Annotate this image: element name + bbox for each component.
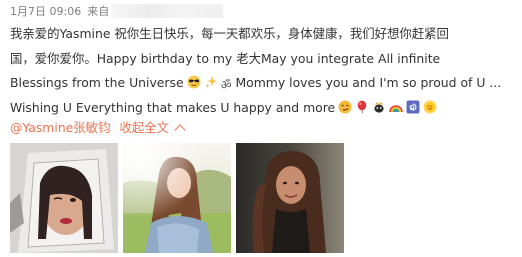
sun-with-face-icon [423,100,437,117]
collapse-text-link[interactable]: 收起全文 [119,118,169,136]
sparkles-icon [204,75,218,92]
source-prefix: 来自 [87,5,110,18]
om-symbol-icon: ॐ [220,78,232,92]
photo-winking-girl[interactable] [10,143,118,253]
post-meta: 1月7日 09:06 来自 [10,3,224,19]
crown-bug-icon [372,100,386,117]
post-line-1: 我亲爱的Yasmine 祝你生日快乐，每一天都欢乐，身体健康，我们好想你赶紧回 [10,26,449,41]
photo-girl-in-park[interactable] [123,143,231,253]
photo-woman-portrait[interactable] [236,143,344,253]
chevron-up-icon[interactable] [174,124,186,136]
post-text: 我亲爱的Yasmine 祝你生日快乐，每一天都欢乐，身体健康，我们好想你赶紧回 … [10,22,518,120]
post-date[interactable]: 1月7日 09:06 [10,3,81,19]
redacted-source [111,4,224,18]
post-actions: @Yasmine张敏钧 收起全文 [10,117,186,137]
cyclone-icon [406,100,420,117]
smirking-face-icon [338,100,352,117]
post-line-3: Blessings from the Universe ॐ Mommy love… [10,75,502,92]
balloon-icon [355,100,369,117]
mention-link[interactable]: @Yasmine张敏钧 [10,118,110,136]
sunglasses-face-icon [187,75,201,92]
rainbow-icon [389,100,403,117]
post-line-2: 国，爱你爱你。Happy birthday to my 老大May you in… [10,50,441,66]
